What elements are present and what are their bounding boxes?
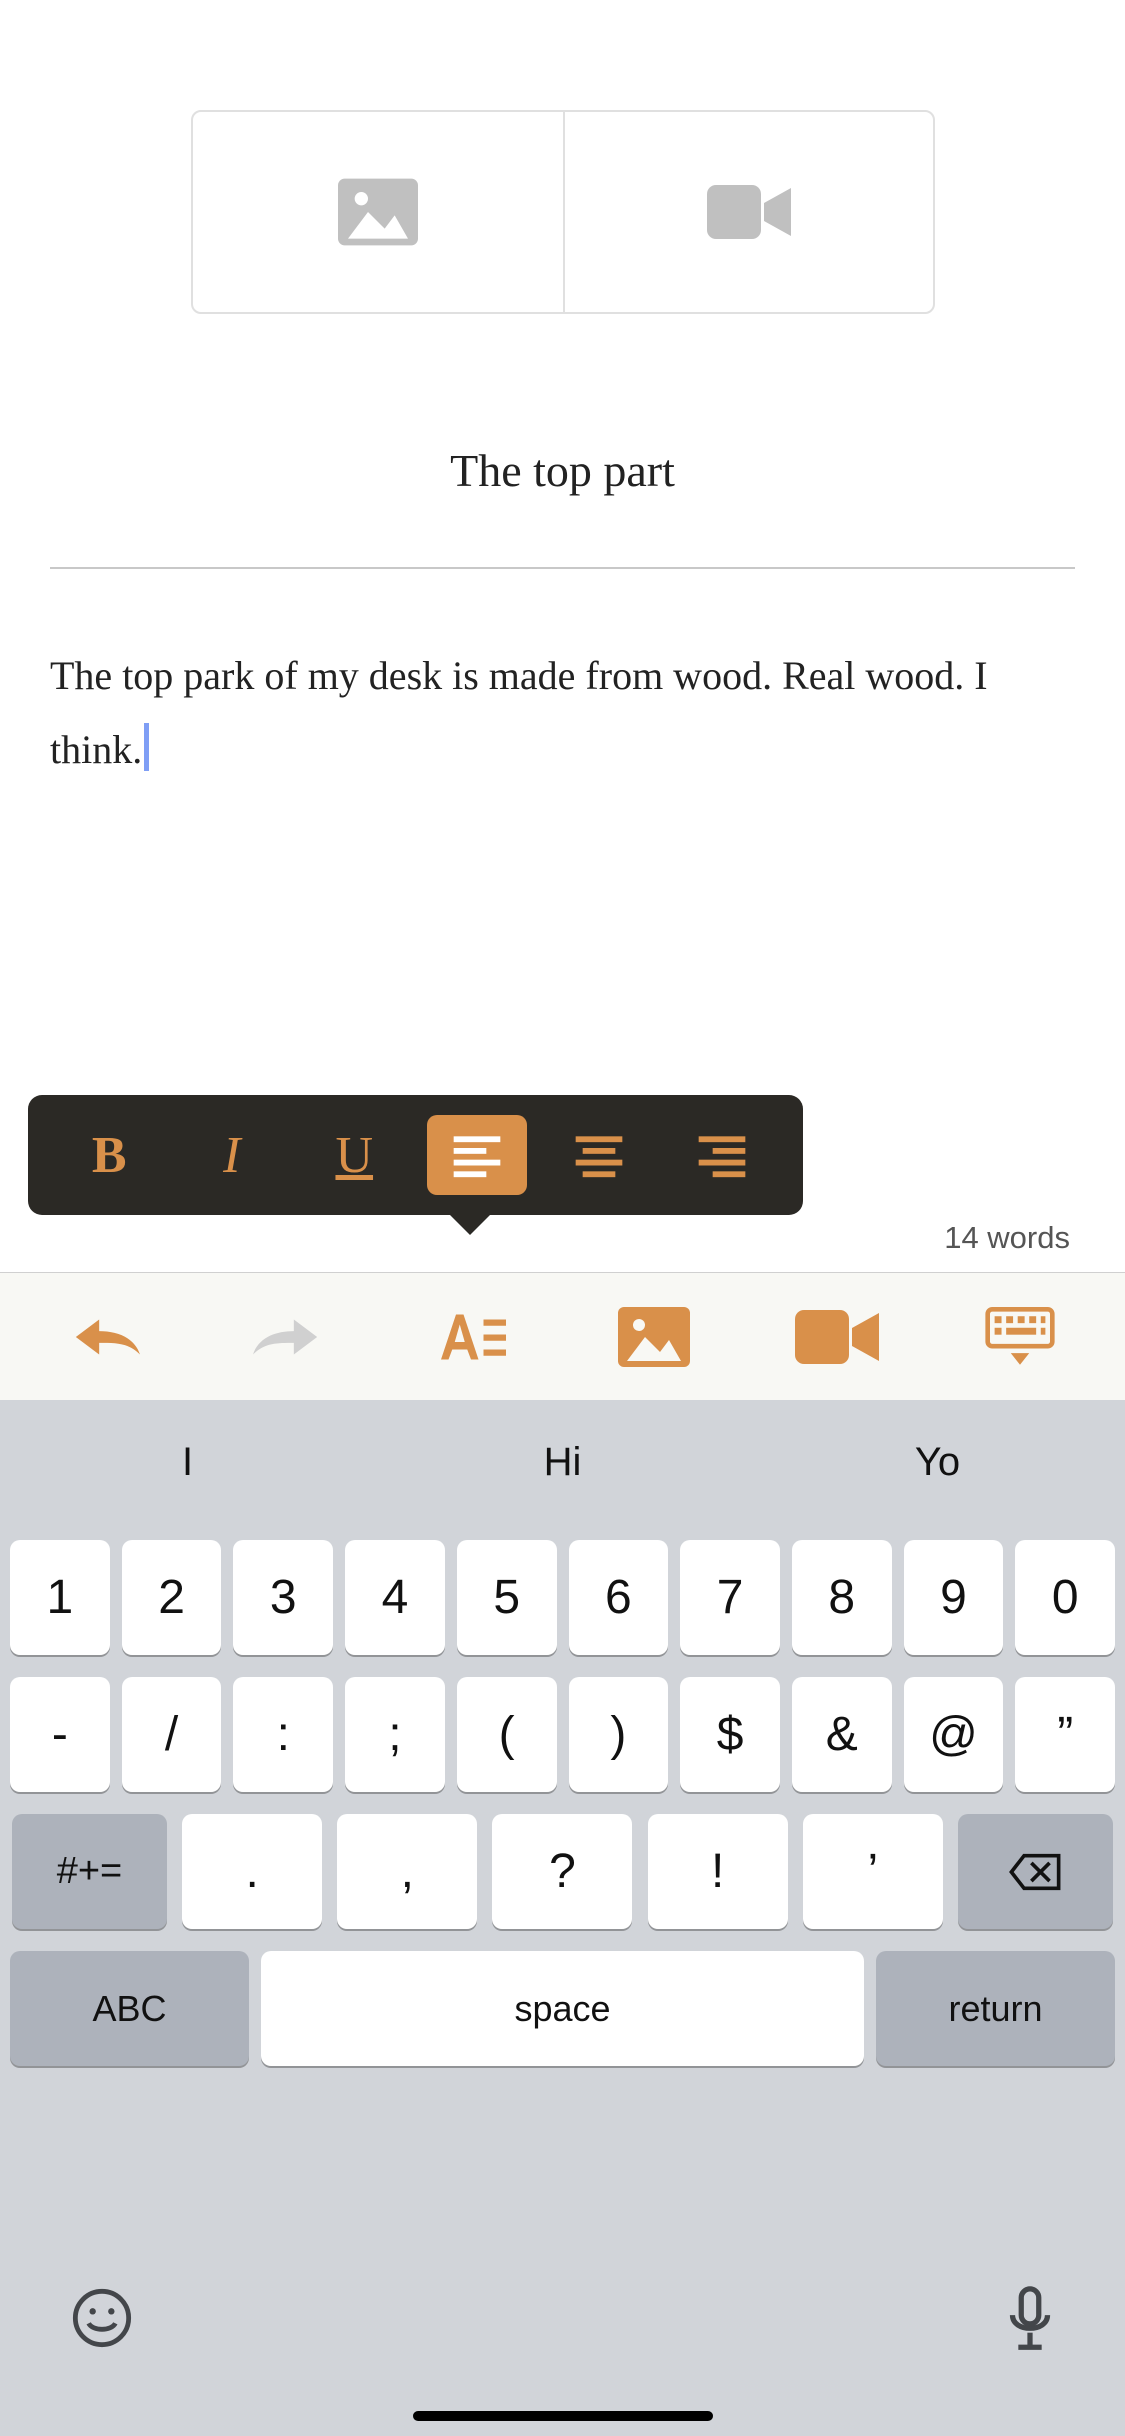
body-text: The top park of my desk is made from woo… <box>50 653 988 772</box>
key-return[interactable]: return <box>876 1951 1115 2066</box>
key-at[interactable]: @ <box>904 1677 1004 1792</box>
suggestion-bar: I Hi Yo <box>0 1400 1125 1525</box>
keyboard: I Hi Yo 1 2 3 4 5 6 7 8 9 0 - / : ; ( ) … <box>0 1400 1125 2436</box>
key-slash[interactable]: / <box>122 1677 222 1792</box>
key-6[interactable]: 6 <box>569 1540 669 1655</box>
key-semicolon[interactable]: ; <box>345 1677 445 1792</box>
key-1[interactable]: 1 <box>10 1540 110 1655</box>
media-selector <box>50 110 1075 314</box>
key-open-paren[interactable]: ( <box>457 1677 557 1792</box>
insert-video-button[interactable] <box>792 1292 882 1382</box>
key-colon[interactable]: : <box>233 1677 333 1792</box>
add-video-button[interactable] <box>563 112 933 312</box>
key-apostrophe[interactable]: ’ <box>803 1814 943 1929</box>
key-abc-mode[interactable]: ABC <box>10 1951 249 2066</box>
key-period[interactable]: . <box>182 1814 322 1929</box>
key-row-2: - / : ; ( ) $ & @ ” <box>10 1677 1115 1792</box>
key-5[interactable]: 5 <box>457 1540 557 1655</box>
key-row-3: #+= . , ? ! ’ <box>10 1814 1115 1929</box>
insert-image-button[interactable] <box>609 1292 699 1382</box>
dictation-button[interactable] <box>1005 2286 1055 2361</box>
key-backspace[interactable] <box>958 1814 1113 1929</box>
microphone-icon <box>1005 2286 1055 2356</box>
text-format-button[interactable] <box>426 1292 516 1382</box>
align-center-button[interactable] <box>549 1115 649 1195</box>
add-image-button[interactable] <box>193 112 563 312</box>
key-7[interactable]: 7 <box>680 1540 780 1655</box>
italic-button[interactable]: I <box>182 1115 282 1195</box>
align-right-icon <box>694 1127 750 1183</box>
emoji-button[interactable] <box>70 2286 134 2355</box>
key-8[interactable]: 8 <box>792 1540 892 1655</box>
key-dollar[interactable]: $ <box>680 1677 780 1792</box>
post-title-input[interactable]: The top part <box>50 444 1075 567</box>
divider <box>50 567 1075 569</box>
key-3[interactable]: 3 <box>233 1540 333 1655</box>
key-4[interactable]: 4 <box>345 1540 445 1655</box>
undo-icon <box>70 1312 140 1362</box>
suggestion-2[interactable]: Hi <box>375 1440 750 1485</box>
video-icon <box>795 1310 879 1364</box>
image-icon <box>616 1307 692 1367</box>
post-body-input[interactable]: The top park of my desk is made from woo… <box>50 639 1075 787</box>
video-icon <box>707 184 791 240</box>
align-center-icon <box>571 1127 627 1183</box>
key-9[interactable]: 9 <box>904 1540 1004 1655</box>
key-row-1: 1 2 3 4 5 6 7 8 9 0 <box>10 1540 1115 1655</box>
undo-button[interactable] <box>60 1292 150 1382</box>
text-cursor <box>144 723 149 771</box>
key-0[interactable]: 0 <box>1015 1540 1115 1655</box>
key-space[interactable]: space <box>261 1951 864 2066</box>
format-toolbar: B I U <box>28 1095 803 1215</box>
text-format-icon <box>436 1309 506 1365</box>
align-left-button[interactable] <box>427 1115 527 1195</box>
align-left-icon <box>449 1127 505 1183</box>
key-exclaim[interactable]: ! <box>648 1814 788 1929</box>
word-count-label: 14 words <box>944 1220 1070 1256</box>
suggestion-3[interactable]: Yo <box>750 1440 1125 1485</box>
align-right-button[interactable] <box>672 1115 772 1195</box>
dismiss-keyboard-button[interactable] <box>975 1292 1065 1382</box>
underline-button[interactable]: U <box>304 1115 404 1195</box>
key-ampersand[interactable]: & <box>792 1677 892 1792</box>
key-comma[interactable]: , <box>337 1814 477 1929</box>
key-2[interactable]: 2 <box>122 1540 222 1655</box>
keyboard-down-icon <box>985 1307 1055 1367</box>
emoji-icon <box>70 2286 134 2350</box>
key-quote[interactable]: ” <box>1015 1677 1115 1792</box>
redo-icon <box>253 1312 323 1362</box>
key-hyphen[interactable]: - <box>10 1677 110 1792</box>
suggestion-1[interactable]: I <box>0 1440 375 1485</box>
key-question[interactable]: ? <box>492 1814 632 1929</box>
key-symbols-mode[interactable]: #+= <box>12 1814 167 1929</box>
bold-button[interactable]: B <box>59 1115 159 1195</box>
redo-button[interactable] <box>243 1292 333 1382</box>
backspace-icon <box>1007 1852 1063 1892</box>
key-close-paren[interactable]: ) <box>569 1677 669 1792</box>
editor-action-toolbar <box>0 1272 1125 1400</box>
home-indicator[interactable] <box>413 2411 713 2421</box>
image-icon <box>338 177 418 247</box>
key-row-4: ABC space return <box>10 1951 1115 2066</box>
